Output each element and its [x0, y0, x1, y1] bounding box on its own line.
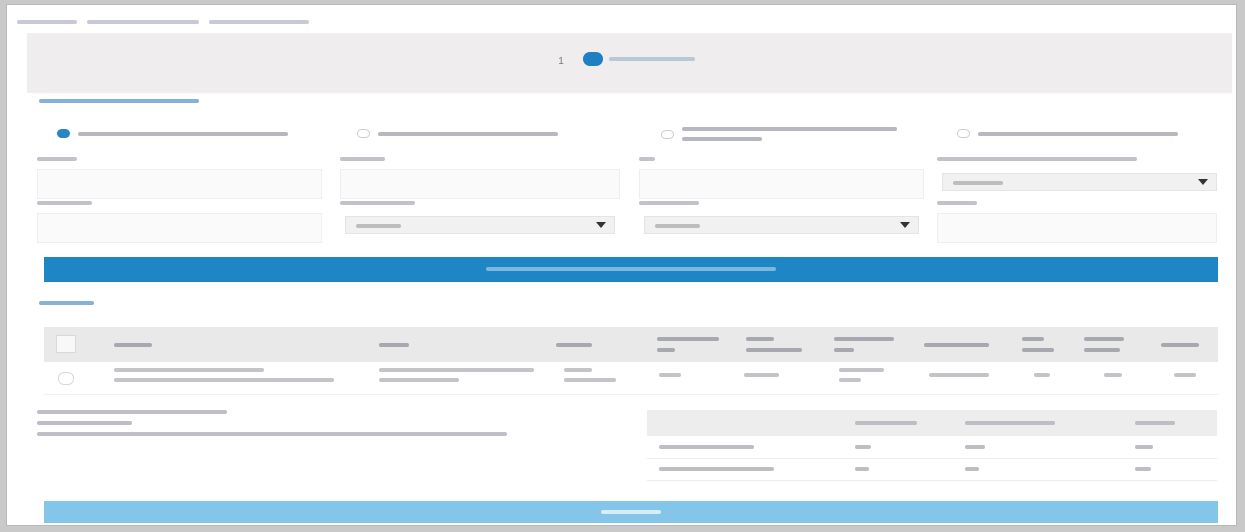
note-line	[37, 421, 132, 425]
field-label	[340, 201, 415, 205]
notes-block	[37, 410, 507, 443]
form-field	[37, 157, 322, 199]
dropdown-select[interactable]	[644, 216, 919, 234]
form-field	[37, 201, 322, 243]
field-label	[37, 157, 77, 161]
summary-row	[647, 436, 1217, 459]
breadcrumb	[17, 14, 309, 28]
table-row[interactable]	[44, 362, 1218, 395]
button-label	[601, 510, 661, 514]
form-field	[639, 201, 924, 205]
select-value	[356, 224, 401, 228]
step-active-marker	[583, 52, 603, 66]
search-mode-option-4[interactable]	[957, 129, 1178, 138]
breadcrumb-item	[209, 16, 309, 26]
step-indicator: 1	[27, 33, 1232, 93]
chevron-down-icon	[900, 222, 910, 228]
button-label	[486, 267, 776, 271]
text-input[interactable]	[639, 169, 924, 199]
row-radio-icon[interactable]	[58, 372, 74, 385]
select-all-checkbox[interactable]	[56, 335, 76, 353]
text-input[interactable]	[340, 169, 620, 199]
radio-label	[378, 131, 558, 136]
chevron-down-icon	[1198, 179, 1208, 185]
radio-label	[978, 131, 1178, 136]
select-value	[953, 181, 1003, 185]
step-1[interactable]: 1	[551, 52, 571, 72]
field-label	[937, 157, 1137, 161]
breadcrumb-item[interactable]	[17, 16, 77, 26]
radio-icon[interactable]	[357, 129, 370, 138]
results-title	[39, 301, 94, 305]
form-field	[340, 201, 620, 205]
text-input[interactable]	[37, 169, 322, 199]
dropdown-select[interactable]	[345, 216, 615, 234]
form-field	[937, 201, 1217, 243]
step-label	[609, 57, 695, 61]
summary-header	[647, 410, 1217, 436]
form-field	[937, 157, 1217, 161]
radio-selected-icon[interactable]	[57, 129, 70, 138]
text-input[interactable]	[937, 213, 1217, 243]
search-mode-options	[57, 125, 1217, 149]
select-value	[655, 224, 700, 228]
radio-icon[interactable]	[957, 129, 970, 138]
search-section-title	[39, 99, 199, 103]
note-line	[37, 410, 227, 414]
breadcrumb-item[interactable]	[87, 16, 199, 26]
bottom-action-button[interactable]	[44, 501, 1218, 523]
field-label	[639, 157, 655, 161]
radio-label	[78, 131, 288, 136]
dropdown-select[interactable]	[942, 173, 1217, 191]
step-number: 1	[558, 56, 564, 67]
summary-row	[647, 458, 1217, 481]
app-window: 1	[6, 4, 1237, 526]
search-mode-option-3[interactable]	[661, 127, 897, 141]
field-label	[340, 157, 385, 161]
field-label	[639, 201, 699, 205]
radio-icon[interactable]	[661, 129, 674, 139]
search-mode-option-2[interactable]	[357, 129, 558, 138]
note-line	[37, 432, 507, 436]
form-field	[639, 157, 924, 199]
chevron-down-icon	[596, 222, 606, 228]
form-field	[340, 157, 620, 199]
step-2[interactable]	[583, 52, 695, 66]
search-mode-option-1[interactable]	[57, 129, 288, 138]
field-label	[937, 201, 977, 205]
radio-label	[682, 127, 897, 141]
field-label	[37, 201, 92, 205]
text-input[interactable]	[37, 213, 322, 243]
table-header	[44, 327, 1218, 362]
search-button[interactable]	[44, 257, 1218, 282]
